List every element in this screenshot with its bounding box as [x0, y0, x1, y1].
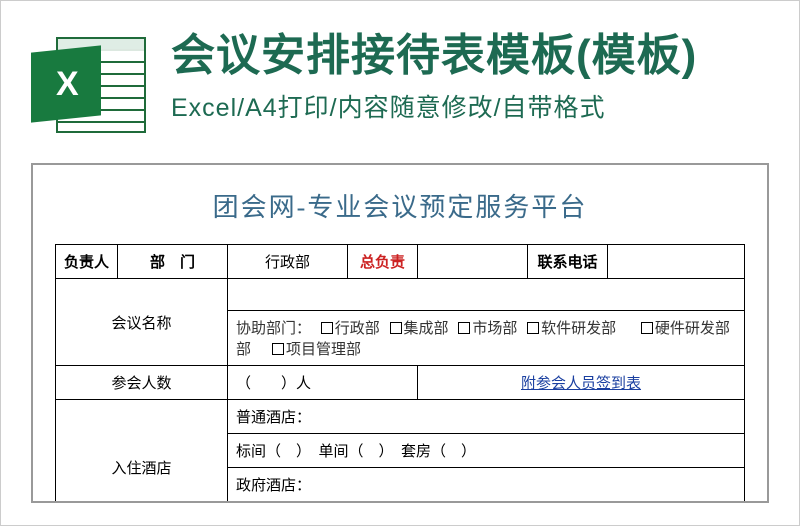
- table-row: 负责人 部 门 行政部 总负责 联系电话: [56, 245, 745, 279]
- assist-dept-cell: 协助部门： 行政部 集成部 市场部 软件研发部 硬件研发部 部 项目管理部: [228, 311, 745, 366]
- dept-label: 部 门: [118, 245, 228, 279]
- assist-option: 硬件研发部: [655, 321, 730, 337]
- assist-option: 行政部: [335, 321, 380, 337]
- checkbox-icon: [527, 322, 539, 334]
- table-row: 会议名称: [56, 279, 745, 311]
- hotel-gov-label: 政府酒店：: [228, 468, 745, 502]
- assist-option: 市场部: [472, 321, 517, 337]
- assist-prefix: 协助部门：: [236, 321, 311, 337]
- meeting-form-table: 负责人 部 门 行政部 总负责 联系电话 会议名称 协助部门： 行政部 集成部 …: [55, 244, 745, 503]
- document-title: 团会网-专业会议预定服务平台: [55, 187, 745, 224]
- attendee-count: （ ）人: [228, 366, 418, 400]
- excel-file-icon: X: [31, 31, 151, 141]
- overall-label: 总负责: [348, 245, 418, 279]
- table-row: 入住酒店 普通酒店：: [56, 400, 745, 434]
- hotel-label: 入住酒店: [56, 400, 228, 504]
- checkbox-icon: [321, 322, 333, 334]
- table-row: 参会人数 （ ）人 附参会人员签到表: [56, 366, 745, 400]
- owner-label: 负责人: [56, 245, 118, 279]
- phone-label: 联系电话: [528, 245, 608, 279]
- overall-value: [418, 245, 528, 279]
- meeting-name-value: [228, 279, 745, 311]
- dept-value: 行政部: [228, 245, 348, 279]
- page-title: 会议安排接待表模板(模板): [171, 31, 769, 82]
- checkbox-icon: [641, 322, 653, 334]
- table-row: 标间（ ） 单间（ ） 套房（ ）: [56, 502, 745, 504]
- checkbox-icon: [272, 343, 284, 355]
- page-subtitle: Excel/A4打印/内容随意修改/自带格式: [171, 88, 769, 124]
- title-block: 会议安排接待表模板(模板) Excel/A4打印/内容随意修改/自带格式: [171, 31, 769, 124]
- header: X 会议安排接待表模板(模板) Excel/A4打印/内容随意修改/自带格式: [1, 1, 799, 151]
- document-preview: 团会网-专业会议预定服务平台 负责人 部 门 行政部 总负责 联系电话 会议名称…: [31, 163, 769, 503]
- attendee-label: 参会人数: [56, 366, 228, 400]
- signin-link[interactable]: 附参会人员签到表: [521, 376, 641, 392]
- phone-value: [608, 245, 745, 279]
- meeting-name-label: 会议名称: [56, 279, 228, 366]
- checkbox-icon: [458, 322, 470, 334]
- assist-option: 项目管理部: [286, 342, 361, 358]
- hotel-normal-rooms: 标间（ ） 单间（ ） 套房（ ）: [228, 434, 745, 468]
- hotel-gov-rooms: 标间（ ） 单间（ ） 套房（ ）: [228, 502, 745, 504]
- assist-option: 集成部: [404, 321, 449, 337]
- hotel-normal-label: 普通酒店：: [228, 400, 745, 434]
- excel-badge-letter: X: [56, 65, 76, 104]
- checkbox-icon: [390, 322, 402, 334]
- assist-option: 软件研发部: [541, 321, 616, 337]
- template-card: X 会议安排接待表模板(模板) Excel/A4打印/内容随意修改/自带格式 团…: [0, 0, 800, 526]
- signin-link-cell: 附参会人员签到表: [418, 366, 745, 400]
